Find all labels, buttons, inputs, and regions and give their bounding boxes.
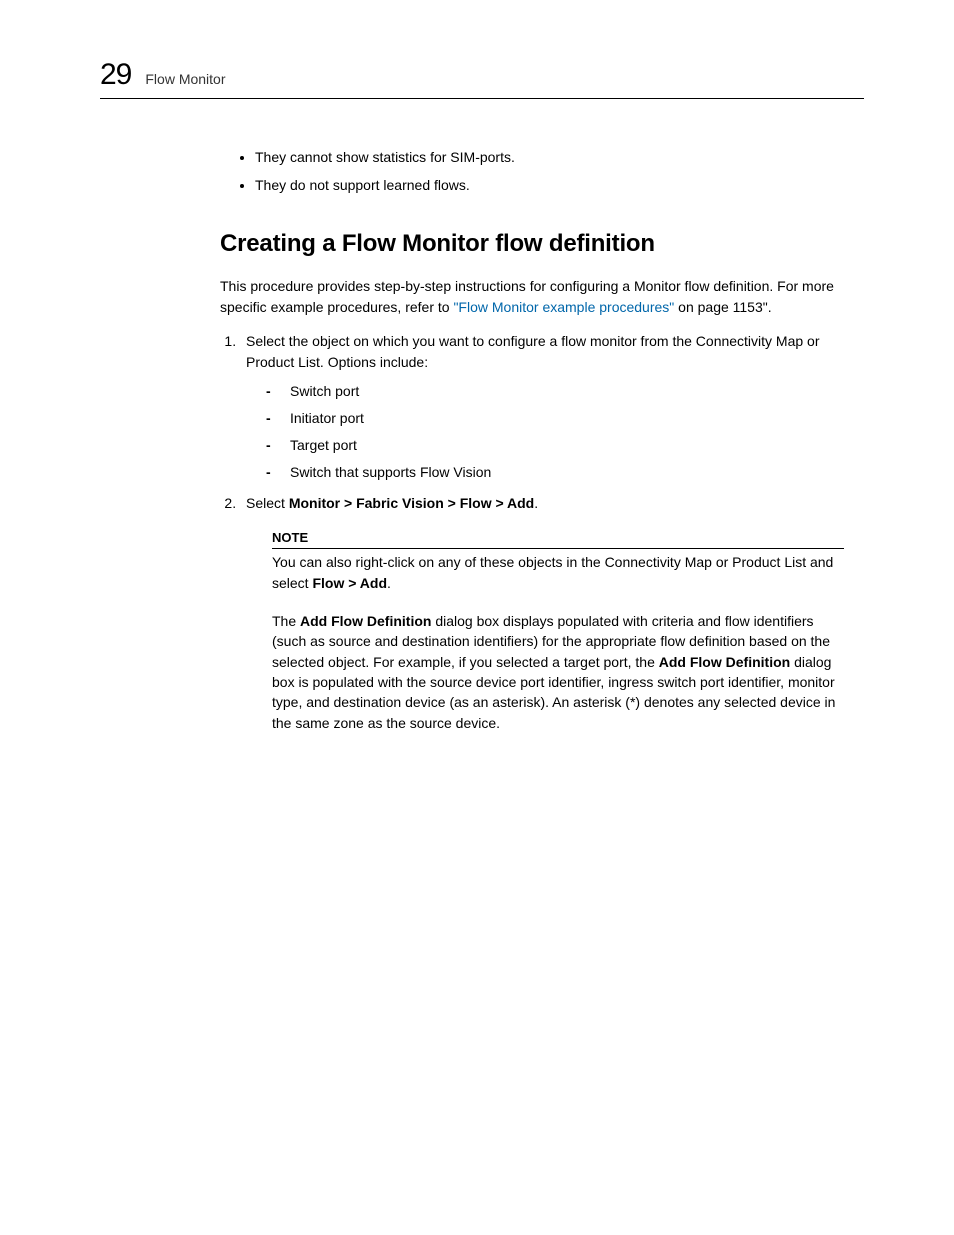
cross-reference-link[interactable]: "Flow Monitor example procedures" bbox=[453, 299, 674, 315]
bullet-item: They do not support learned flows. bbox=[255, 175, 844, 197]
step-text-prefix: Select bbox=[246, 495, 289, 511]
note-label: NOTE bbox=[272, 528, 844, 550]
chapter-number: 29 bbox=[100, 58, 131, 92]
running-header: 29 Flow Monitor bbox=[100, 58, 864, 99]
intro-text-after: on page 1153". bbox=[674, 299, 771, 315]
dialog-name: Add Flow Definition bbox=[300, 613, 431, 629]
procedure-steps: Select the object on which you want to c… bbox=[220, 331, 844, 733]
dialog-name: Add Flow Definition bbox=[659, 654, 790, 670]
step-item: Select Monitor > Fabric Vision > Flow > … bbox=[240, 493, 844, 733]
dash-item: Switch port bbox=[266, 381, 844, 402]
note-text-suffix: . bbox=[387, 575, 391, 591]
chapter-title: Flow Monitor bbox=[145, 71, 225, 87]
note-block: NOTE You can also right-click on any of … bbox=[272, 528, 844, 593]
dash-item: Switch that supports Flow Vision bbox=[266, 462, 844, 483]
followup-paragraph: The Add Flow Definition dialog box displ… bbox=[272, 611, 844, 733]
section-heading: Creating a Flow Monitor flow definition bbox=[220, 230, 844, 258]
dash-item: Target port bbox=[266, 435, 844, 456]
page: 29 Flow Monitor They cannot show statist… bbox=[0, 0, 954, 733]
intro-paragraph: This procedure provides step-by-step ins… bbox=[220, 276, 844, 317]
note-body: You can also right-click on any of these… bbox=[272, 552, 844, 593]
dash-item: Initiator port bbox=[266, 408, 844, 429]
step-item: Select the object on which you want to c… bbox=[240, 331, 844, 483]
top-bullet-list: They cannot show statistics for SIM-port… bbox=[220, 147, 844, 196]
content-area: They cannot show statistics for SIM-port… bbox=[100, 147, 864, 733]
text: The bbox=[272, 613, 300, 629]
menu-path: Flow > Add bbox=[312, 575, 387, 591]
step-text: Select the object on which you want to c… bbox=[246, 333, 820, 370]
menu-path: Monitor > Fabric Vision > Flow > Add bbox=[289, 495, 534, 511]
bullet-item: They cannot show statistics for SIM-port… bbox=[255, 147, 844, 169]
step-text-suffix: . bbox=[534, 495, 538, 511]
dash-list: Switch port Initiator port Target port S… bbox=[246, 381, 844, 483]
